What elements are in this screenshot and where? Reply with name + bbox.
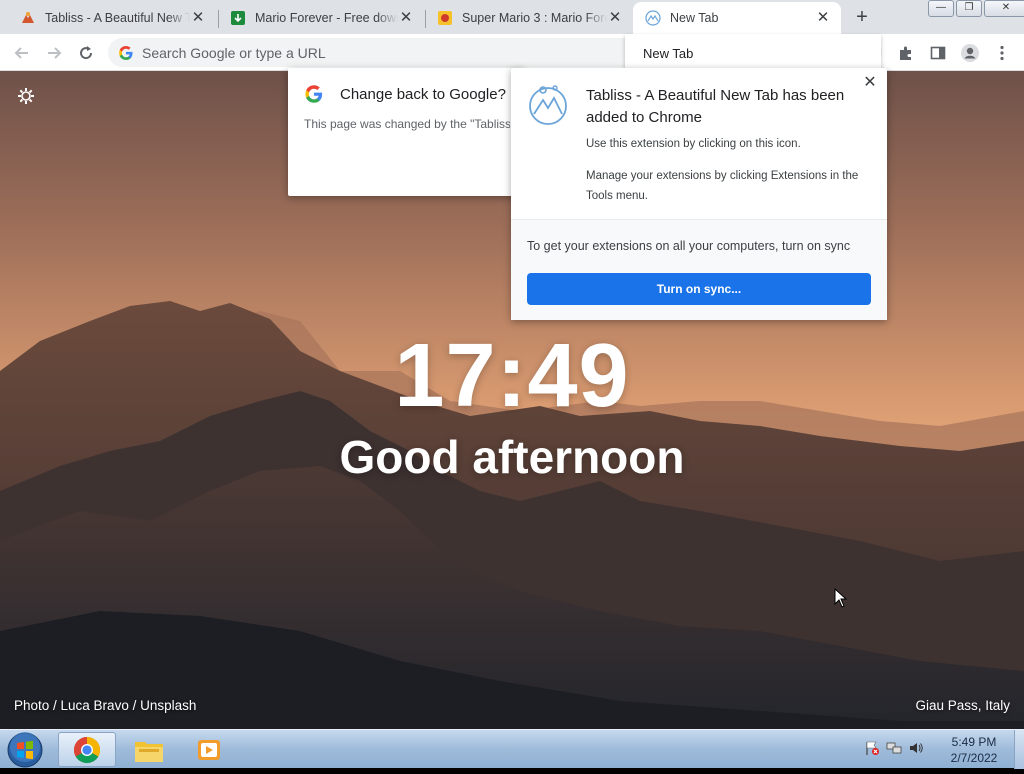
taskbar-explorer-folder-icon[interactable]: [120, 732, 178, 767]
show-desktop-button[interactable]: [1014, 730, 1024, 769]
action-center-flag-icon[interactable]: [864, 740, 880, 756]
close-tab-icon[interactable]: ✕: [398, 10, 414, 26]
restore-button[interactable]: ❐: [956, 0, 982, 17]
tab-new-tab[interactable]: New Tab ✕: [633, 2, 841, 34]
reload-icon[interactable]: [75, 42, 97, 64]
window-controls: — ❐ ✕: [928, 0, 1024, 17]
tab-title: New Tab: [670, 11, 719, 25]
popup-title: Change back to Google?: [340, 86, 506, 103]
tabliss-mountain-icon: [527, 82, 569, 128]
tab-title: Super Mario 3 : Mario Forever: [462, 11, 607, 25]
side-panel-icon[interactable]: [928, 43, 948, 63]
settings-gear-icon[interactable]: [16, 86, 36, 106]
close-window-button[interactable]: ✕: [984, 0, 1024, 17]
close-tab-icon[interactable]: ✕: [815, 10, 831, 26]
menu-kebab-icon[interactable]: [992, 43, 1012, 63]
close-tab-icon[interactable]: ✕: [607, 10, 623, 26]
greeting-text: Good afternoon: [339, 431, 685, 483]
taskbar-chrome-icon[interactable]: [58, 732, 116, 767]
photo-location: Giau Pass, Italy: [915, 698, 1010, 713]
minimize-button[interactable]: —: [928, 0, 954, 17]
tabliss-mountain-icon: [645, 10, 661, 26]
taskbar-date: 2/7/2022: [950, 751, 998, 765]
close-icon[interactable]: ✕: [861, 74, 879, 92]
tab-super-mario[interactable]: Super Mario 3 : Mario Forever ✕: [425, 2, 633, 34]
popup-title: Tabliss - A Beautiful New Tab has been a…: [586, 87, 845, 126]
taskbar-clock[interactable]: 5:49 PM 2/7/2022: [938, 734, 1010, 766]
google-g-icon: [304, 84, 324, 104]
tab-tabliss[interactable]: Tabliss - A Beautiful New Tab ✕: [8, 2, 216, 34]
mario-game-icon: [437, 10, 453, 26]
profile-avatar-icon[interactable]: [960, 43, 980, 63]
back-arrow-icon[interactable]: [11, 42, 33, 64]
photo-credit[interactable]: Photo / Luca Bravo / Unsplash: [14, 698, 196, 713]
close-tab-icon[interactable]: ✕: [190, 10, 206, 26]
forward-arrow-icon[interactable]: [43, 42, 65, 64]
volume-speaker-icon[interactable]: [908, 740, 924, 756]
popup-footer: To get your extensions on all your compu…: [511, 219, 887, 320]
tab-title: Mario Forever - Free download: [255, 11, 398, 25]
sync-text: To get your extensions on all your compu…: [527, 239, 851, 253]
omnibox-placeholder: Search Google or type a URL: [142, 44, 326, 61]
omnibox-suggestion[interactable]: New Tab: [625, 34, 881, 70]
popup-line-2: Manage your extensions by clicking Exten…: [586, 170, 859, 202]
popup-line-1: Use this extension by clicking on this i…: [586, 138, 801, 150]
system-tray: [864, 740, 924, 756]
turn-on-sync-button[interactable]: Turn on sync...: [527, 273, 871, 305]
tab-title: Tabliss - A Beautiful New Tab: [45, 11, 190, 25]
taskbar-time: 5:49 PM: [951, 735, 997, 749]
tab-mario-forever-download[interactable]: Mario Forever - Free download ✕: [218, 2, 424, 34]
download-green-icon: [230, 10, 246, 26]
extension-added-popup: Tabliss - A Beautiful New Tab has been a…: [511, 68, 887, 320]
change-back-to-google-popup: Change back to Google? This page was cha…: [288, 68, 524, 196]
tabliss-fox-icon: [20, 10, 36, 26]
network-icon[interactable]: [886, 740, 902, 756]
tab-strip: Tabliss - A Beautiful New Tab ✕ Mario Fo…: [0, 0, 1024, 34]
start-button-windows-icon[interactable]: [5, 731, 45, 769]
taskbar-media-player-icon[interactable]: [180, 732, 238, 767]
extensions-puzzle-icon[interactable]: [896, 43, 916, 63]
mouse-pointer-icon: [834, 587, 848, 608]
new-tab-button[interactable]: +: [852, 7, 872, 28]
windows-taskbar: 5:49 PM 2/7/2022: [0, 729, 1024, 769]
clock-time: 17:49: [394, 326, 630, 426]
google-g-icon: [118, 45, 134, 61]
suggestion-label: New Tab: [643, 46, 694, 61]
popup-body: This page was changed by the "Tabliss: [304, 117, 510, 131]
